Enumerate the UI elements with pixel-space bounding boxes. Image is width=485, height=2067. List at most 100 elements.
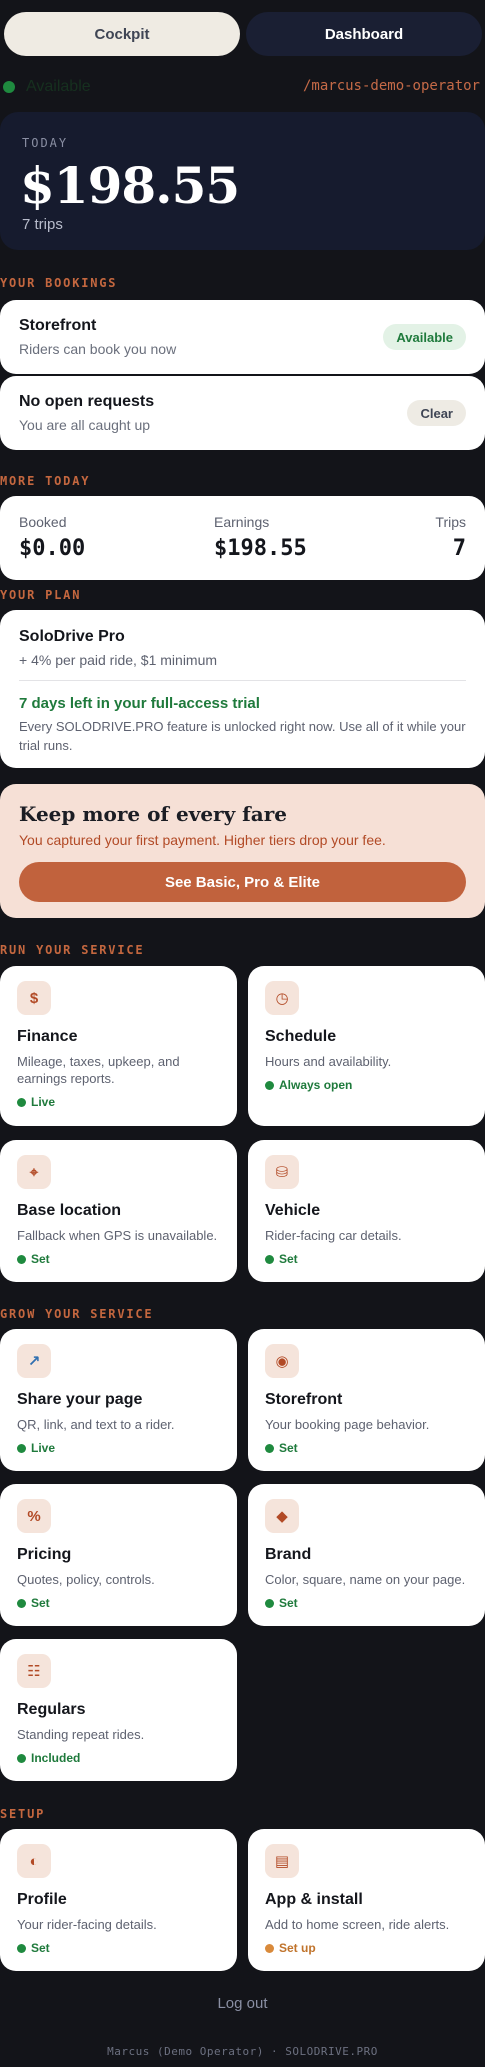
tile-finance[interactable]: $ Finance Mileage, taxes, upkeep, and ea…	[0, 966, 237, 1126]
status-badge: Always open	[265, 1078, 352, 1092]
status-badge: Available	[383, 324, 466, 350]
crosshair-icon: ⌖	[17, 1155, 51, 1189]
status-badge: Live	[17, 1095, 55, 1109]
storefront-booking-card[interactable]: Storefront Riders can book you now Avail…	[0, 300, 485, 374]
tile-profile[interactable]: ◐ Profile Your rider-facing details. Set	[0, 1829, 237, 1971]
tile-description: Your booking page behavior.	[265, 1417, 430, 1432]
open-requests-card[interactable]: No open requests You are all caught up C…	[0, 376, 485, 450]
tile-description: Hours and availability.	[265, 1054, 392, 1069]
tile-title: Vehicle	[265, 1202, 321, 1219]
tile-title: Base location	[17, 1202, 122, 1219]
status-label: Set	[31, 1941, 50, 1955]
tile-schedule[interactable]: ◷ Schedule Hours and availability. Alway…	[248, 966, 485, 1126]
top-tabs: Cockpit Dashboard	[4, 12, 482, 56]
stat-booked: Booked $0.00	[19, 514, 85, 561]
storefront-subtitle: Riders can book you now	[19, 341, 177, 357]
today-label: TODAY	[22, 136, 69, 150]
section-your-plan: YOUR PLAN	[0, 588, 82, 602]
tile-description: Color, square, name on your page.	[265, 1572, 466, 1587]
status-label: Set up	[279, 1941, 316, 1955]
tile-description: QR, link, and text to a rider.	[17, 1417, 175, 1432]
tile-title: Schedule	[265, 1028, 337, 1045]
stat-trips: Trips 7	[435, 514, 466, 561]
section-your-bookings: YOUR BOOKINGS	[0, 276, 118, 290]
status-label: Set	[279, 1252, 298, 1266]
tile-title: Storefront	[265, 1391, 343, 1408]
status-badge: Set	[17, 1252, 50, 1266]
stat-value: $198.55	[214, 536, 307, 561]
tile-description: Mileage, taxes, upkeep, and earnings rep…	[17, 1054, 180, 1086]
section-grow-your-service: GROW YOUR SERVICE	[0, 1307, 154, 1321]
stat-earnings: Earnings $198.55	[214, 514, 307, 561]
database-icon: ⛁	[265, 1155, 299, 1189]
tile-title: Regulars	[17, 1701, 86, 1718]
status-badge: Clear	[407, 400, 466, 426]
footer-text: Marcus (Demo Operator) · SOLODRIVE.PRO	[107, 2045, 378, 2058]
operator-path-link[interactable]: /marcus-demo-operator	[303, 78, 480, 94]
stat-label: Booked	[19, 514, 67, 530]
status-badge: Set	[17, 1596, 50, 1610]
list-icon: ☷	[17, 1654, 51, 1688]
status-dot-icon	[3, 81, 15, 93]
status-badge: Set up	[265, 1941, 316, 1955]
plan-card: SoloDrive Pro + 4% per paid ride, $1 min…	[0, 610, 485, 768]
status-dot-icon	[265, 1254, 274, 1264]
status-dot-icon	[17, 1598, 26, 1608]
requests-subtitle: You are all caught up	[19, 417, 151, 433]
status-label: Included	[31, 1751, 81, 1765]
tile-share-your-page[interactable]: ↗ Share your page QR, link, and text to …	[0, 1329, 237, 1471]
tile-title: Share your page	[17, 1391, 143, 1408]
tile-storefront[interactable]: ◉ Storefront Your booking page behavior.…	[248, 1329, 485, 1471]
clock-icon: ◷	[265, 981, 299, 1015]
stat-value: $0.00	[19, 536, 86, 561]
tile-title: App & install	[265, 1891, 363, 1908]
status-badge: Live	[17, 1441, 55, 1455]
status-label: Set	[31, 1252, 50, 1266]
tile-title: Finance	[17, 1028, 78, 1045]
trial-title: 7 days left in your full-access trial	[19, 695, 260, 712]
tab-dashboard[interactable]: Dashboard	[246, 12, 482, 56]
status-dot-icon	[265, 1598, 274, 1608]
tile-pricing[interactable]: % Pricing Quotes, policy, controls. Set	[0, 1484, 237, 1626]
today-amount: $198.55	[20, 156, 240, 215]
tile-description: Rider-facing car details.	[265, 1228, 402, 1243]
tile-description: Add to home screen, ride alerts.	[265, 1917, 450, 1932]
tile-base-location[interactable]: ⌖ Base location Fallback when GPS is una…	[0, 1140, 237, 1282]
see-plans-button[interactable]: See Basic, Pro & Elite	[19, 862, 466, 902]
today-trips: 7 trips	[22, 216, 63, 233]
target-icon: ◉	[265, 1344, 299, 1378]
status-badge: Set	[17, 1941, 50, 1955]
requests-title: No open requests	[19, 393, 155, 410]
status-badge: Included	[17, 1751, 80, 1765]
stat-label: Earnings	[214, 514, 270, 530]
tile-app-install[interactable]: ▤ App & install Add to home screen, ride…	[248, 1829, 485, 1971]
tile-vehicle[interactable]: ⛁ Vehicle Rider-facing car details. Set	[248, 1140, 485, 1282]
section-run-your-service: RUN YOUR SERVICE	[0, 943, 145, 957]
status-dot-icon	[265, 1443, 274, 1453]
tile-brand[interactable]: ◆ Brand Color, square, name on your page…	[248, 1484, 485, 1626]
tile-regulars[interactable]: ☷ Regulars Standing repeat rides. Includ…	[0, 1639, 237, 1781]
status-dot-icon	[265, 1080, 274, 1090]
status-dot-icon	[17, 1443, 26, 1453]
logout-link[interactable]: Log out	[0, 1995, 485, 2012]
tab-cockpit[interactable]: Cockpit	[4, 12, 240, 56]
tile-description: Fallback when GPS is unavailable.	[17, 1228, 218, 1243]
storefront-title: Storefront	[19, 317, 97, 334]
status-label: Set	[279, 1596, 298, 1610]
more-today-card: Booked $0.00 Earnings $198.55 Trips 7	[0, 496, 485, 580]
dollar-icon: $	[17, 981, 51, 1015]
tile-title: Brand	[265, 1546, 312, 1563]
half-circle-icon: ◐	[17, 1844, 51, 1878]
section-setup: SETUP	[0, 1807, 46, 1821]
tile-title: Pricing	[17, 1546, 72, 1563]
upsell-card: Keep more of every fare You captured you…	[0, 784, 485, 918]
tile-description: Quotes, policy, controls.	[17, 1572, 155, 1587]
status-dot-icon	[265, 1943, 274, 1953]
diamond-icon: ◆	[265, 1499, 299, 1533]
status-label: Always open	[279, 1078, 353, 1092]
stat-value: 7	[452, 536, 466, 561]
status-label: Live	[31, 1095, 56, 1109]
upsell-text: You captured your first payment. Higher …	[19, 832, 386, 848]
status-dot-icon	[17, 1097, 26, 1107]
section-more-today: MORE TODAY	[0, 474, 91, 488]
